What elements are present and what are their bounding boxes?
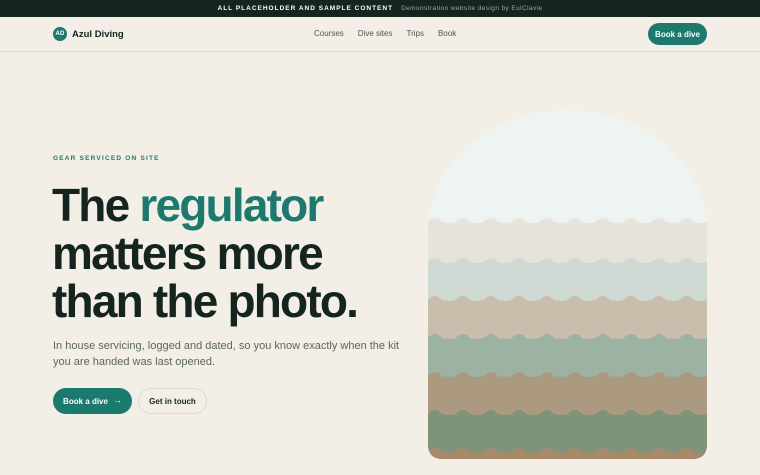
nav-item-courses[interactable]: Courses [314, 29, 344, 38]
brand-badge: AD [53, 27, 67, 41]
announcement-title: ALL PLACEHOLDER AND SAMPLE CONTENT [217, 5, 394, 12]
announcement-bar: ALL PLACEHOLDER AND SAMPLE CONTENT Demon… [0, 0, 760, 17]
header-book-button[interactable]: Book a dive [648, 23, 707, 45]
announcement-credit: Demonstration website design by EulClavi… [401, 5, 543, 12]
brand-logo[interactable]: AD Azul Diving [53, 27, 124, 41]
hero-book-label: Book a dive [63, 396, 108, 406]
headline-plain: The [52, 179, 130, 231]
nav-item-book[interactable]: Book [438, 29, 456, 38]
main-nav: Courses Dive sites Trips Book [314, 29, 456, 38]
hero-lead: In house servicing, logged and dated, so… [53, 340, 400, 368]
arrow-right-icon: → [113, 396, 122, 405]
nav-item-trips[interactable]: Trips [406, 29, 423, 38]
hero-headline: The regulator matters more than the phot… [52, 181, 359, 327]
site-header: AD Azul Diving Courses Dive sites Trips … [0, 17, 760, 52]
headline-line-2: matters more [52, 227, 324, 279]
hero-book-button[interactable]: Book a dive → [53, 388, 132, 414]
headline-accent: regulator [139, 179, 324, 231]
wave-arch-illustration [428, 110, 707, 459]
headline-line-3: than the photo. [52, 275, 359, 327]
brand-name: Azul Diving [72, 28, 124, 40]
headline-line-1: The regulator [52, 181, 357, 229]
wave-bands [428, 110, 707, 459]
get-in-touch-button[interactable]: Get in touch [138, 388, 207, 414]
nav-item-dive-sites[interactable]: Dive sites [358, 29, 393, 38]
hero-eyebrow: GEAR SERVICED ON SITE [53, 155, 160, 162]
